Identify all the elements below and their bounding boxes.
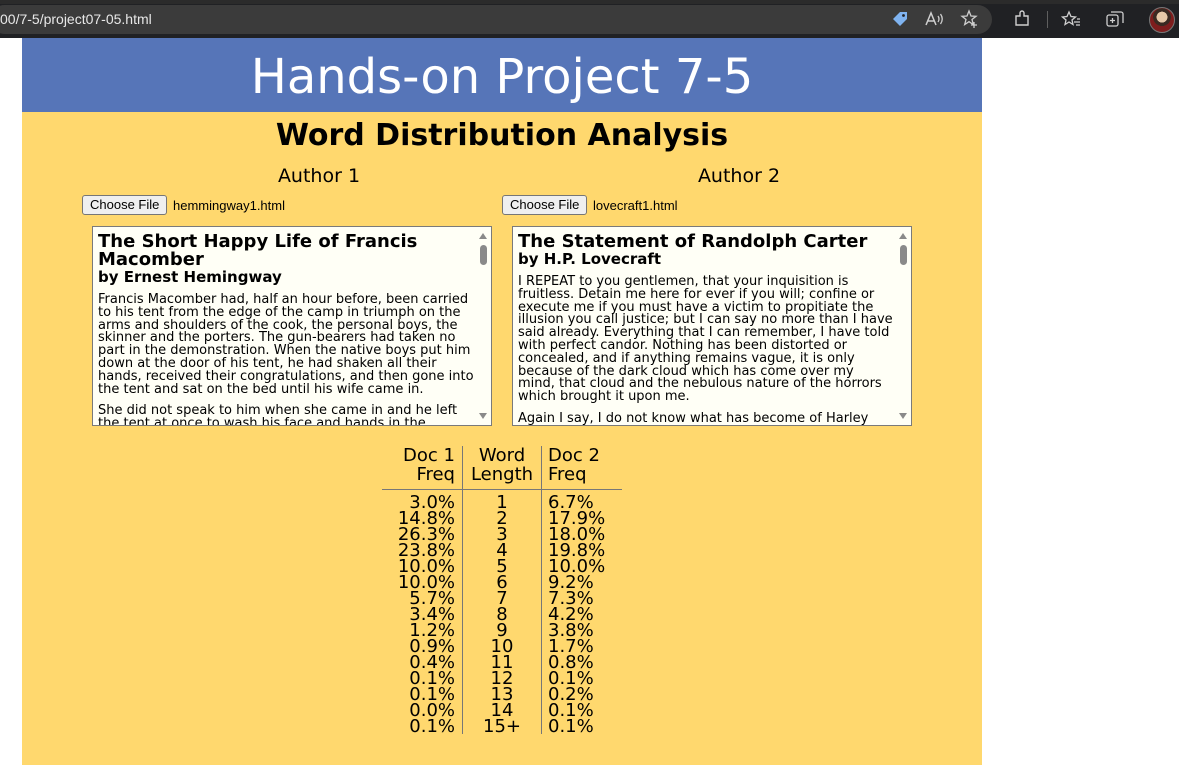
header-doc2-line1: Doc 2 [548, 445, 600, 466]
header-word-length: Word Length [463, 446, 541, 484]
header-doc1-line1: Doc 1 [403, 445, 455, 466]
page-content: Hands-on Project 7-5 Word Distribution A… [22, 38, 982, 765]
scroll-up-arrow-icon[interactable] [479, 233, 487, 239]
address-url[interactable]: 00/7-5/project07-05.html [0, 9, 152, 29]
author2-choose-file-button[interactable]: Choose File [502, 195, 588, 215]
scroll-up-arrow-icon[interactable] [899, 233, 907, 239]
author1-heading: Author 1 [277, 165, 361, 187]
author1-doc-paragraph: She did not speak to him when she came i… [98, 403, 458, 426]
doc1-frequency-column: 3.0% 14.8% 26.3% 23.8% 10.0% 10.0% 5.7% 3.4% 1.2… [398, 494, 455, 737]
scroll-thumb[interactable] [480, 245, 487, 265]
author2-doc-paragraph: I REPEAT to you gentlemen, that your inq… [518, 274, 893, 405]
author2-doc-title: The Statement of Randolph Carter [518, 231, 868, 252]
author1-choose-file-button[interactable]: Choose File [82, 195, 168, 215]
author1-document-box[interactable]: The Short Happy Life of Francis Macomber… [92, 226, 492, 426]
header-doc2: Doc 2 Freq [548, 446, 600, 484]
header-word-line1: Word [478, 445, 526, 466]
scroll-down-arrow-icon[interactable] [479, 413, 487, 419]
word-length-column: 1 2 3 4 5 6 7 8 9 10 11 12 13 14 15+ [463, 494, 541, 737]
favorite-star-icon[interactable] [959, 8, 981, 30]
header-doc1-line2: Freq [416, 464, 455, 485]
favorites-icon[interactable] [1060, 8, 1082, 30]
author2-doc-paragraph: Again I say, I do not know what has beco… [518, 410, 869, 426]
doc2-frequency-cell: 0.1% [548, 716, 594, 737]
author2-document-box[interactable]: The Statement of Randolph Carter by H.P.… [512, 226, 912, 426]
word-length-cell: 15+ [483, 716, 521, 737]
author2-file-name: lovecraft1.html [593, 198, 678, 213]
doc1-frequency-cell: 0.1% [409, 716, 455, 737]
browser-toolbar: 00/7-5/project07-05.html [0, 0, 1179, 38]
author2-scrollbar[interactable] [895, 227, 911, 425]
header-divider [382, 489, 622, 490]
extensions-icon[interactable] [1011, 8, 1033, 30]
author1-file-name: hemmingway1.html [173, 198, 285, 213]
author2-doc-author: by H.P. Lovecraft [518, 250, 662, 268]
header-doc1: Doc 1 Freq [403, 446, 455, 484]
author1-doc-paragraph: Francis Macomber had, half an hour befor… [98, 292, 474, 397]
scroll-down-arrow-icon[interactable] [899, 413, 907, 419]
author2-heading: Author 2 [697, 165, 781, 187]
page-banner: Hands-on Project 7-5 [22, 38, 982, 112]
header-word-line2: Length [470, 464, 534, 485]
profile-avatar[interactable] [1149, 7, 1175, 33]
read-aloud-icon[interactable] [924, 8, 946, 30]
author1-scrollbar[interactable] [475, 227, 491, 425]
collections-icon[interactable] [1104, 8, 1126, 30]
tab-strip [0, 0, 1179, 4]
author1-doc-title: The Short Happy Life of Francis Macomber [98, 231, 418, 270]
header-doc2-line2: Freq [548, 464, 587, 485]
toolbar-separator [1047, 11, 1048, 28]
author1-doc-author: by Ernest Hemingway [98, 268, 282, 286]
scroll-thumb[interactable] [900, 245, 907, 265]
doc2-frequency-column: 6.7% 17.9% 18.0% 19.8% 10.0% 9.2% 7.3% 4.2% 3.8%… [548, 494, 605, 737]
page-title: Word Distribution Analysis [275, 118, 729, 153]
tag-icon[interactable] [889, 8, 911, 30]
